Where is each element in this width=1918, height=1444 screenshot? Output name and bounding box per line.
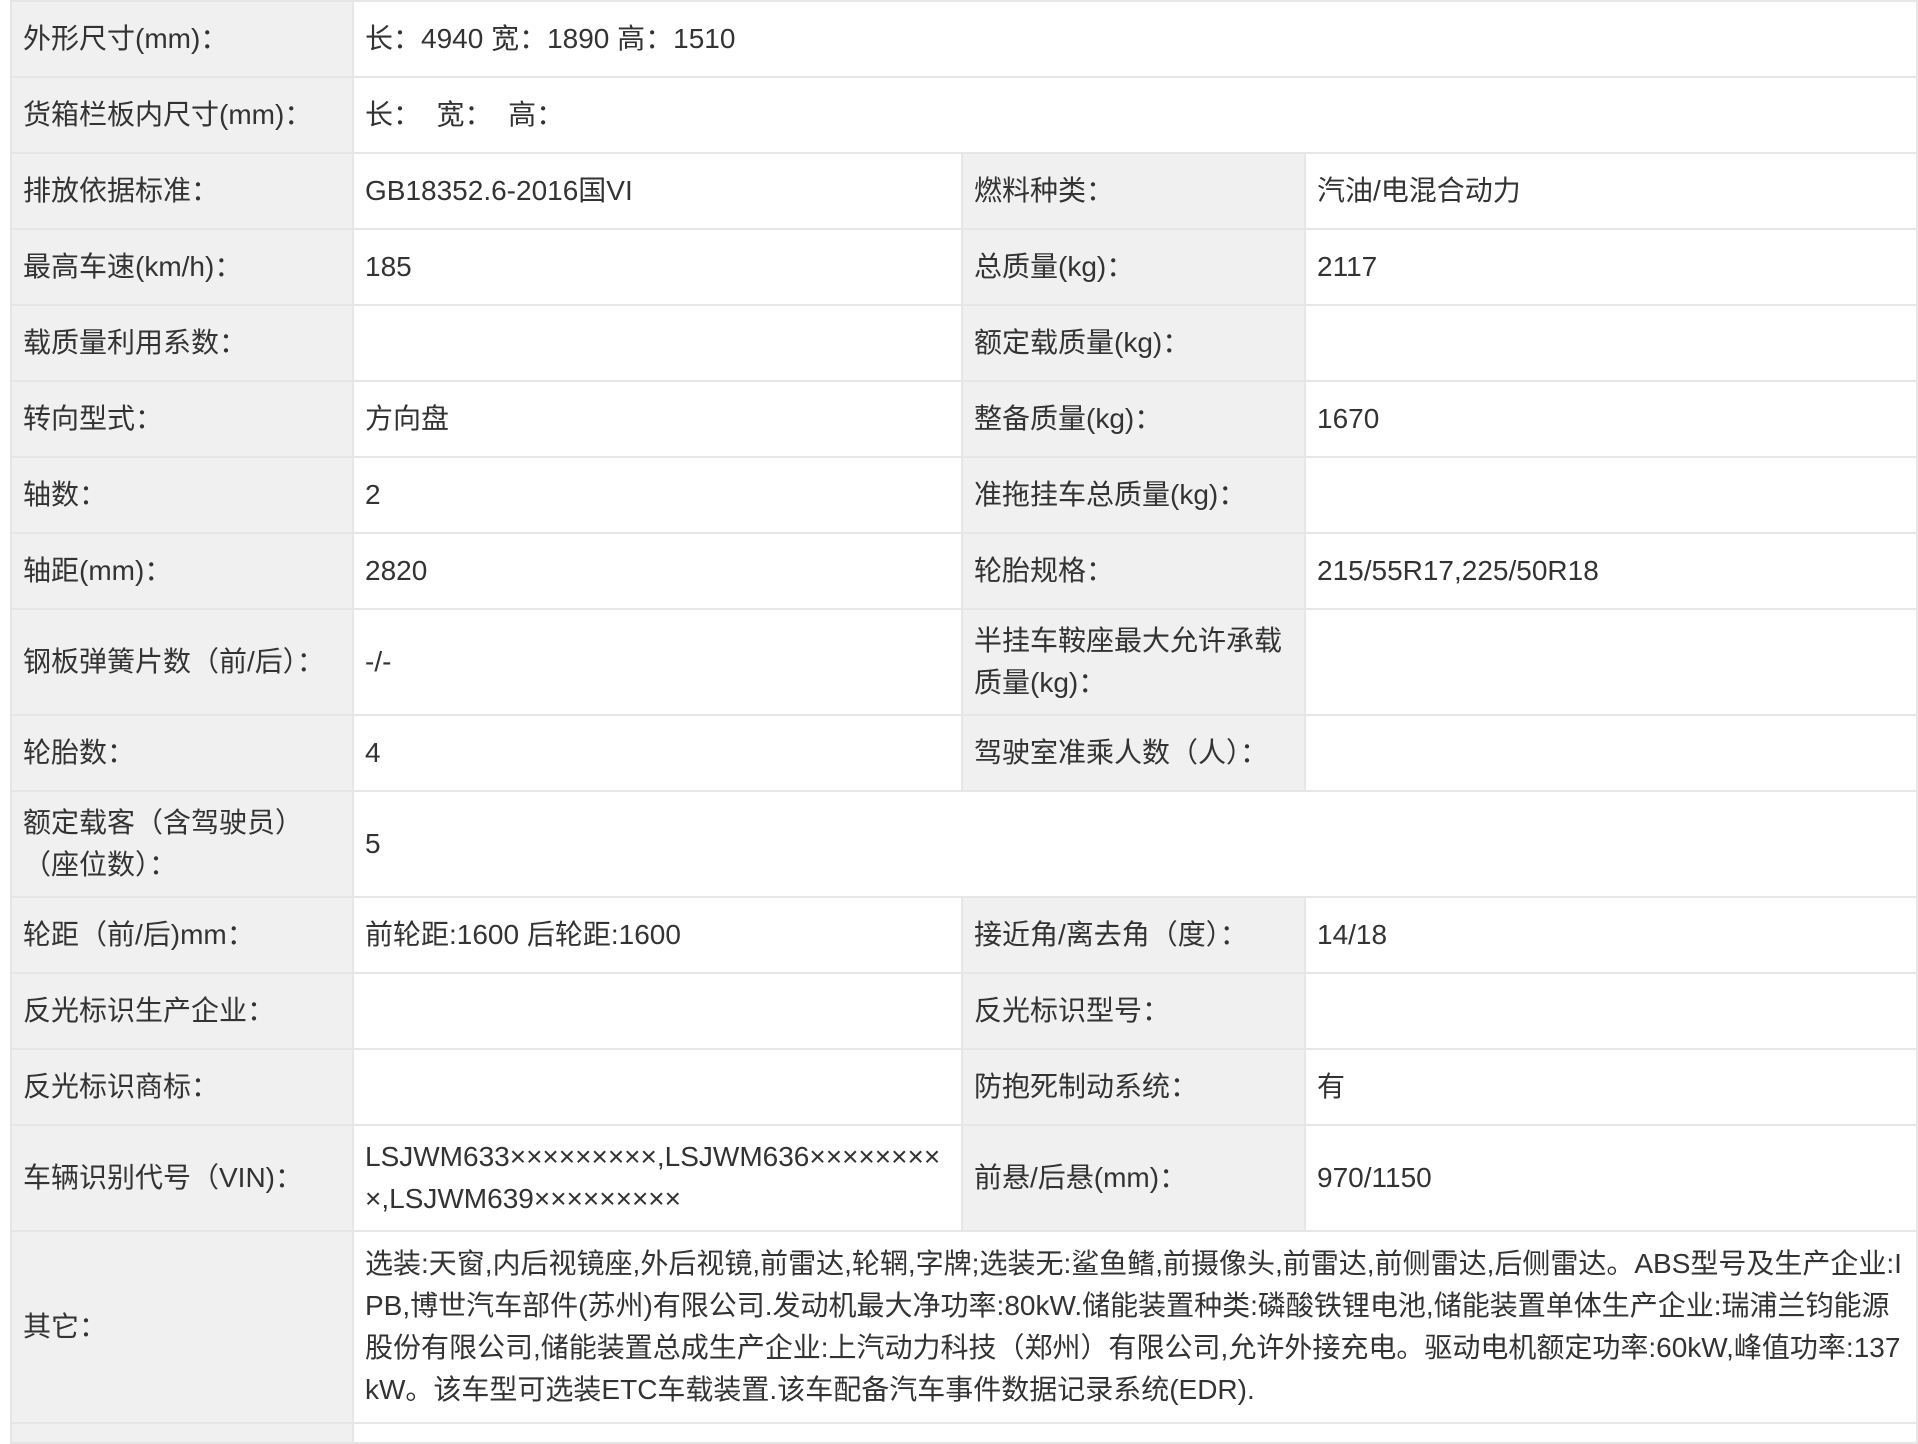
spec-label: 转向型式：: [10, 380, 354, 458]
spec-value: 14/18: [1303, 896, 1918, 974]
spec-label: 总质量(kg)：: [961, 228, 1306, 306]
spec-label: 燃料种类：: [961, 152, 1306, 230]
table-row: 额定载客（含驾驶员）（座位数）： 5: [10, 790, 1918, 898]
spec-value: 970/1150: [1303, 1124, 1918, 1232]
spec-label: 半挂车鞍座最大允许承载质量(kg)：: [961, 608, 1306, 716]
table-row: 排放依据标准： GB18352.6-2016国VI 燃料种类： 汽油/电混合动力: [10, 152, 1918, 230]
spec-value: [352, 304, 963, 382]
spec-label: 轮胎规格：: [961, 532, 1306, 610]
spec-value: 长： 宽： 高：: [351, 76, 1918, 154]
spec-label: 轴距(mm)：: [10, 532, 354, 610]
table-row: 其它： 选装:天窗,内后视镜座,外后视镜,前雷达,轮辋,字牌;选装无:鲨鱼鳍,前…: [10, 1230, 1918, 1424]
spec-value: 选装:天窗,内后视镜座,外后视镜,前雷达,轮辋,字牌;选装无:鲨鱼鳍,前摄像头,…: [351, 1230, 1918, 1424]
spec-value: [1303, 304, 1918, 382]
spec-label: 轴数：: [10, 456, 354, 534]
spec-value: 215/55R17,225/50R18: [1303, 532, 1918, 610]
table-row: 载质量利用系数： 额定载质量(kg)：: [10, 304, 1918, 382]
table-row: [10, 1422, 1918, 1444]
table-row: 轮距（前/后)mm： 前轮距:1600 后轮距:1600 接近角/离去角（度）：…: [10, 896, 1918, 974]
spec-value: [1303, 608, 1918, 716]
spec-label: 整备质量(kg)：: [961, 380, 1306, 458]
table-row: 轴数： 2 准拖挂车总质量(kg)：: [10, 456, 1918, 534]
spec-value: [352, 1048, 963, 1126]
spec-value: [1303, 972, 1918, 1050]
spec-label: 轮胎数：: [10, 714, 354, 792]
spec-value: -/-: [352, 608, 963, 716]
spec-value: 2820: [352, 532, 963, 610]
spec-value: 方向盘: [352, 380, 963, 458]
spec-label: 其它：: [10, 1230, 354, 1424]
spec-value: 长：4940 宽：1890 高：1510: [351, 0, 1918, 78]
spec-value: 前轮距:1600 后轮距:1600: [352, 896, 963, 974]
spec-label: 额定载客（含驾驶员）（座位数）：: [10, 790, 354, 898]
spec-label: 外形尺寸(mm)：: [10, 0, 354, 78]
table-row: 最高车速(km/h)： 185 总质量(kg)： 2117: [10, 228, 1918, 306]
spec-value: 185: [352, 228, 963, 306]
spec-value: 2117: [1303, 228, 1918, 306]
table-row: 反光标识生产企业： 反光标识型号：: [10, 972, 1918, 1050]
spec-label: 反光标识型号：: [961, 972, 1306, 1050]
spec-label: 反光标识生产企业：: [10, 972, 354, 1050]
spec-label: 排放依据标准：: [10, 152, 354, 230]
table-row: 轮胎数： 4 驾驶室准乘人数（人）：: [10, 714, 1918, 792]
spec-label: 驾驶室准乘人数（人）：: [961, 714, 1306, 792]
spec-value: [1303, 714, 1918, 792]
spec-label: 钢板弹簧片数（前/后）：: [10, 608, 354, 716]
table-row: 货箱栏板内尺寸(mm)： 长： 宽： 高：: [10, 76, 1918, 154]
spec-value: 1670: [1303, 380, 1918, 458]
spec-value: [351, 1422, 1918, 1444]
spec-value: 汽油/电混合动力: [1303, 152, 1918, 230]
spec-label: 前悬/后悬(mm)：: [961, 1124, 1306, 1232]
spec-value: LSJWM633×××××××××,LSJWM636×××××××××,LSJW…: [352, 1124, 963, 1232]
spec-value: [1303, 456, 1918, 534]
spec-label: 货箱栏板内尺寸(mm)：: [10, 76, 354, 154]
spec-label: 准拖挂车总质量(kg)：: [961, 456, 1306, 534]
spec-label: 车辆识别代号（VIN)：: [10, 1124, 354, 1232]
spec-label: 最高车速(km/h)：: [10, 228, 354, 306]
spec-label: 反光标识商标：: [10, 1048, 354, 1126]
table-row: 轴距(mm)： 2820 轮胎规格： 215/55R17,225/50R18: [10, 532, 1918, 610]
vehicle-spec-table: 外形尺寸(mm)： 长：4940 宽：1890 高：1510 货箱栏板内尺寸(m…: [10, 0, 1918, 1444]
spec-value: 5: [351, 790, 1918, 898]
spec-label: 载质量利用系数：: [10, 304, 354, 382]
spec-label: 额定载质量(kg)：: [961, 304, 1306, 382]
spec-value: 2: [352, 456, 963, 534]
spec-label: 轮距（前/后)mm：: [10, 896, 354, 974]
table-row: 车辆识别代号（VIN)： LSJWM633×××××××××,LSJWM636×…: [10, 1124, 1918, 1232]
spec-label: 防抱死制动系统：: [961, 1048, 1306, 1126]
table-row: 钢板弹簧片数（前/后）： -/- 半挂车鞍座最大允许承载质量(kg)：: [10, 608, 1918, 716]
spec-value: GB18352.6-2016国VI: [352, 152, 963, 230]
table-row: 反光标识商标： 防抱死制动系统： 有: [10, 1048, 1918, 1126]
spec-value: [352, 972, 963, 1050]
spec-value: 4: [352, 714, 963, 792]
spec-label: 接近角/离去角（度）：: [961, 896, 1306, 974]
spec-value: 有: [1303, 1048, 1918, 1126]
spec-label: [10, 1422, 354, 1444]
table-row: 转向型式： 方向盘 整备质量(kg)： 1670: [10, 380, 1918, 458]
table-row: 外形尺寸(mm)： 长：4940 宽：1890 高：1510: [10, 0, 1918, 78]
